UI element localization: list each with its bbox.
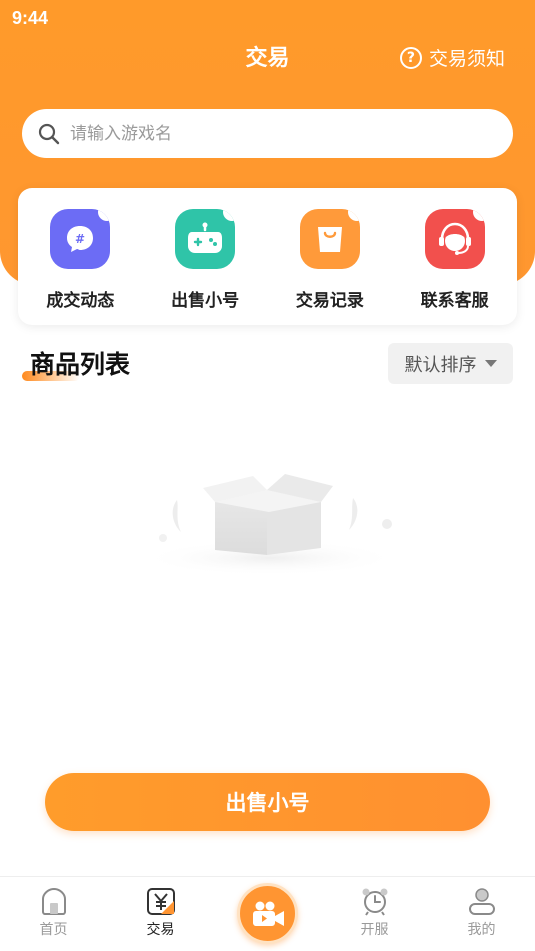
quick-action-label: 交易记录 xyxy=(295,291,364,311)
video-center-button[interactable] xyxy=(237,883,298,944)
caret-down-icon xyxy=(484,360,497,367)
tab-mine[interactable]: 我的 xyxy=(428,877,535,951)
quick-action-deal-feed[interactable]: # 成交动态 xyxy=(18,188,143,325)
shopping-bag-icon xyxy=(299,209,360,269)
video-camera-icon xyxy=(252,901,284,926)
search-input[interactable] xyxy=(70,123,470,144)
question-circle-icon: ? xyxy=(399,46,422,69)
customer-service-icon xyxy=(424,209,485,269)
sell-account-button[interactable]: 出售小号 xyxy=(45,773,490,831)
sort-dropdown[interactable]: 默认排序 xyxy=(388,343,513,384)
status-bar-time: 9:44 xyxy=(12,8,49,28)
quick-action-label: 出售小号 xyxy=(171,291,240,311)
quick-action-sell-account[interactable]: 出售小号 xyxy=(143,188,268,325)
hashtag-chat-icon: # xyxy=(50,209,111,269)
gamepad-icon xyxy=(175,209,236,269)
sort-label: 默认排序 xyxy=(404,354,477,376)
tab-server-launch[interactable]: 开服 xyxy=(321,877,428,951)
empty-box-illustration xyxy=(140,474,400,575)
svg-text:#: # xyxy=(75,232,85,246)
user-icon xyxy=(468,888,495,915)
quick-action-trade-records[interactable]: 交易记录 xyxy=(268,188,393,325)
trade-notice-link[interactable]: ? 交易须知 xyxy=(399,44,505,71)
quick-action-customer-service[interactable]: 联系客服 xyxy=(392,188,517,325)
section-title: 商品列表 xyxy=(30,350,131,379)
quick-action-label: 成交动态 xyxy=(46,291,115,311)
tab-label: 我的 xyxy=(467,922,496,938)
search-icon xyxy=(38,123,60,144)
tab-home[interactable]: 首页 xyxy=(0,877,107,951)
quick-actions-card: # 成交动态 出售小号 交易记录 联系客服 xyxy=(18,188,517,325)
tab-label: 首页 xyxy=(39,922,68,938)
trade-notice-label: 交易须知 xyxy=(428,48,505,70)
search-bar[interactable] xyxy=(22,109,513,158)
yen-trade-icon xyxy=(146,888,175,915)
tab-trade[interactable]: 交易 xyxy=(107,877,214,951)
tab-label: 开服 xyxy=(360,922,389,938)
tab-label: 交易 xyxy=(146,922,175,938)
alarm-clock-icon xyxy=(362,888,387,916)
home-icon xyxy=(41,887,66,915)
quick-action-label: 联系客服 xyxy=(420,291,489,311)
